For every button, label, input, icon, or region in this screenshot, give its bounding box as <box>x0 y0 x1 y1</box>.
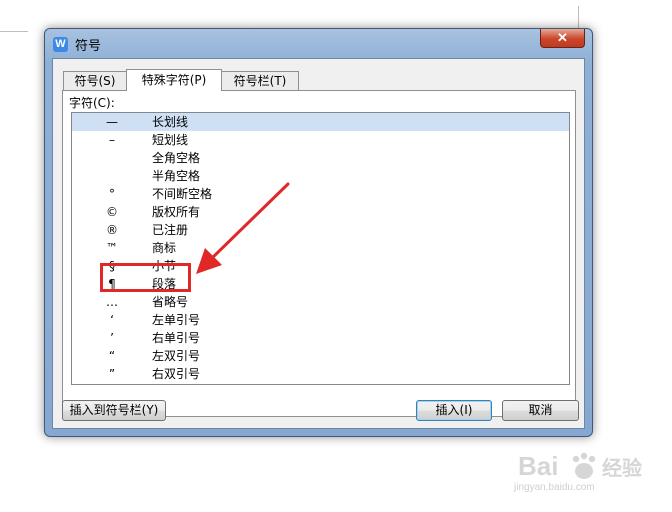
baidu-jingyan-watermark-logo: Bai 经验 <box>518 451 642 481</box>
tab-special-characters[interactable]: 特殊字符(P) <box>126 69 222 91</box>
watermark-url: jingyan.baidu.com <box>514 482 595 493</box>
svg-text:Bai: Bai <box>518 451 558 481</box>
annotation-arrow <box>196 182 290 274</box>
svg-text:经验: 经验 <box>602 456 642 480</box>
